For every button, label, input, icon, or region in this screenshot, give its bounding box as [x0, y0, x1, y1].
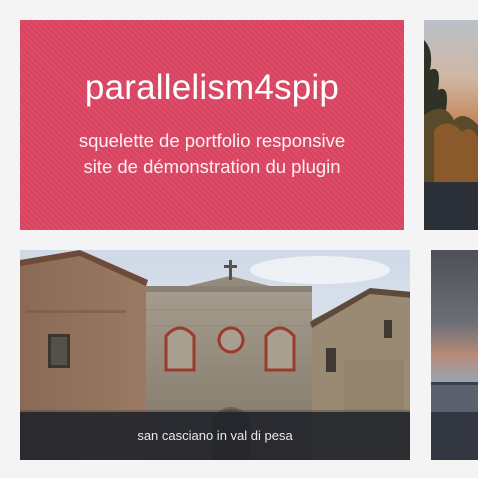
tagline-line-2: site de démonstration du plugin	[83, 156, 341, 177]
tile-caption: san casciano in val di pesa	[20, 412, 410, 460]
site-header-block: parallelism4spip squelette de portfolio …	[20, 20, 404, 230]
sunset-trees-photo	[424, 20, 478, 230]
tagline-line-1: squelette de portfolio responsive	[78, 130, 346, 151]
portfolio-tile-church[interactable]: san casciano in val di pesa	[20, 250, 410, 460]
portfolio-tile-sunset[interactable]	[424, 20, 478, 230]
portfolio-grid: parallelism4spip squelette de portfolio …	[0, 0, 478, 478]
portfolio-tile-seascape[interactable]	[431, 250, 478, 460]
site-tagline: squelette de portfolio responsive site d…	[20, 128, 404, 180]
seascape-photo	[431, 250, 478, 460]
site-title[interactable]: parallelism4spip	[20, 68, 404, 108]
